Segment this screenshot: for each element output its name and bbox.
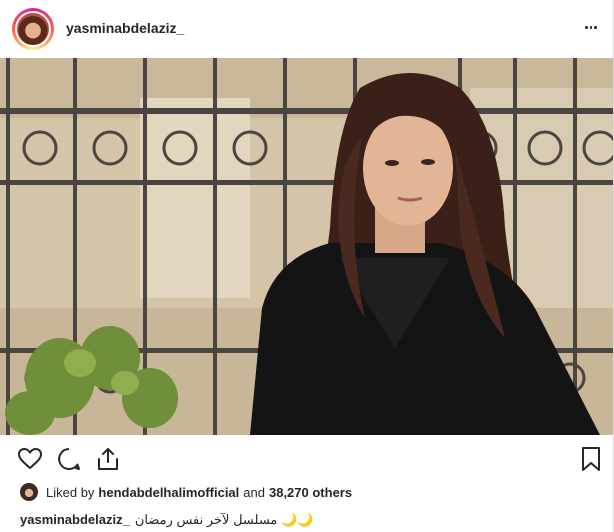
share-icon[interactable] — [95, 446, 121, 472]
likes-prefix: Liked by — [46, 484, 95, 500]
post-header: yasminabdelaziz_ — [0, 0, 613, 58]
post-caption: yasminabdelaziz_ مسلسل لآخر نفس رمضان 🌙🌙 — [20, 512, 313, 528]
liker-avatar[interactable] — [20, 483, 38, 501]
bookmark-icon[interactable] — [578, 446, 604, 472]
instagram-post: yasminabdelaziz_ Liked by hendabdelhalim… — [0, 0, 614, 532]
liker-username[interactable]: hendabdelhalimofficial — [98, 485, 239, 500]
caption-username[interactable]: yasminabdelaziz_ — [20, 512, 130, 527]
post-actions-bar — [0, 436, 613, 482]
comment-icon[interactable] — [56, 446, 82, 472]
photo-illustration — [0, 58, 613, 435]
post-username[interactable]: yasminabdelaziz_ — [66, 20, 184, 36]
avatar[interactable] — [15, 11, 51, 47]
heart-icon[interactable] — [17, 446, 43, 472]
caption-text: مسلسل لآخر نفس رمضان 🌙🌙 — [134, 512, 314, 527]
more-options-icon[interactable] — [584, 16, 598, 38]
likes-line: Liked by hendabdelhalimofficial and 38,2… — [20, 483, 356, 501]
post-photo[interactable] — [0, 58, 613, 435]
likes-count[interactable]: 38,270 others — [269, 485, 352, 500]
avatar-story-ring[interactable] — [12, 8, 54, 50]
likes-and: and — [243, 484, 265, 500]
